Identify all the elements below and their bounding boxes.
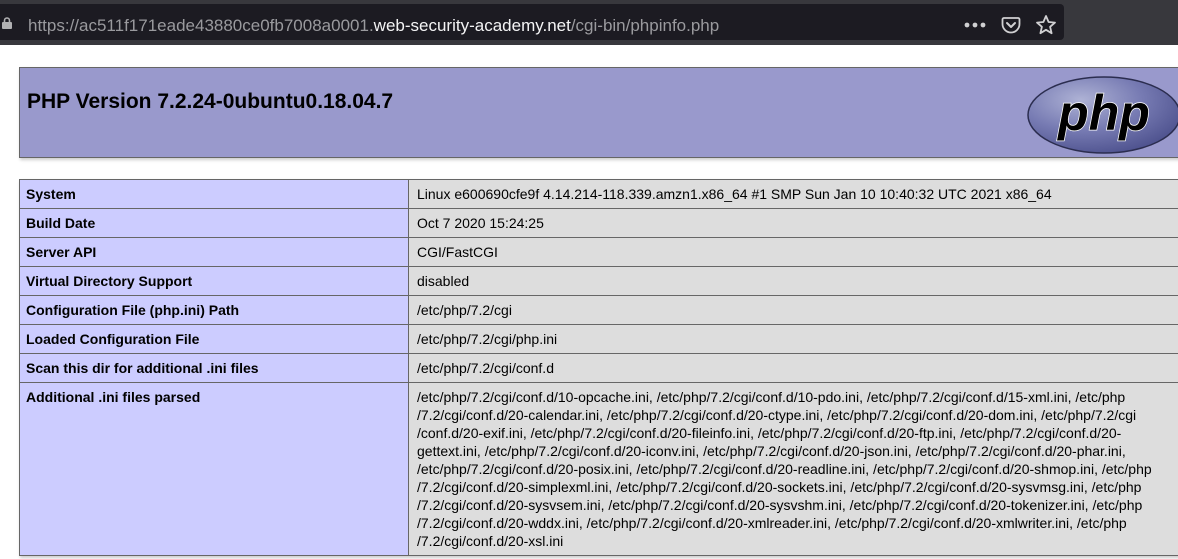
table-row: Scan this dir for additional .ini files /… [19, 353, 1178, 383]
phpinfo-page: PHP Version 7.2.24-0ubuntu0.18.04.7 php … [19, 67, 1178, 556]
row-key: Scan this dir for additional .ini files [19, 353, 409, 383]
row-value-line: /7.2/cgi/conf.d/20-simplexml.ini, /etc/p… [417, 479, 1142, 495]
row-value: disabled [408, 266, 1178, 296]
row-key: Build Date [19, 208, 409, 238]
row-value: /etc/php/7.2/cgi [408, 295, 1178, 325]
table-row: Server API CGI/FastCGI [19, 237, 1178, 267]
row-value-line: /7.2/cgi/conf.d/20-xsl.ini [417, 533, 564, 549]
php-logo-text: php [1056, 85, 1150, 141]
row-key: System [19, 179, 409, 209]
row-value-line: /conf.d/20-exif.ini, /etc/php/7.2/cgi/co… [417, 425, 1122, 441]
address-bar[interactable]: https://ac511f171eade43880ce0fb7008a0001… [0, 4, 1064, 40]
row-value: Linux e600690cfe9f 4.14.214-118.339.amzn… [408, 179, 1178, 209]
row-key: Configuration File (php.ini) Path [19, 295, 409, 325]
row-value-line: /7.2/cgi/conf.d/20-sysvsem.ini, /etc/php… [417, 497, 1143, 513]
row-value-line: /etc/php/7.2/cgi/conf.d/20-posix.ini, /e… [417, 461, 1152, 477]
pocket-icon[interactable] [999, 13, 1023, 37]
page-title: PHP Version 7.2.24-0ubuntu0.18.04.7 [27, 90, 394, 113]
row-key: Loaded Configuration File [19, 324, 409, 354]
lock-icon[interactable] [2, 16, 12, 29]
row-value: CGI/FastCGI [408, 237, 1178, 267]
version-header: PHP Version 7.2.24-0ubuntu0.18.04.7 php [19, 67, 1178, 158]
url-host: web-security-academy.net [373, 16, 571, 35]
table-row: Build Date Oct 7 2020 15:24:25 [19, 208, 1178, 238]
row-value-line: /7.2/cgi/conf.d/20-wddx.ini, /etc/php/7.… [417, 515, 1127, 531]
row-value-line: /7.2/cgi/conf.d/20-calendar.ini, /etc/ph… [417, 407, 1137, 423]
row-value: /etc/php/7.2/cgi/conf.d [408, 353, 1178, 383]
url-path: /cgi-bin/phpinfo.php [570, 16, 720, 35]
php-logo[interactable]: php [1027, 76, 1178, 154]
row-key: Additional .ini files parsed [19, 382, 409, 556]
table-row: Configuration File (php.ini) Path/etc/ph… [19, 295, 1178, 325]
bookmark-star-icon[interactable] [1034, 13, 1058, 37]
url-prefix: https://ac511f171eade43880ce0fb7008a0001… [28, 16, 374, 35]
row-value-line: /etc/php/7.2/cgi/conf.d/10-opcache.ini, … [417, 389, 1126, 405]
row-value-line: gettext.ini, /etc/php/7.2/cgi/conf.d/20-… [417, 443, 1126, 459]
table-row: System Linux e600690cfe9f 4.14.214-118.33… [19, 179, 1178, 209]
row-key: Server API [19, 237, 409, 267]
url-text[interactable]: https://ac511f171eade43880ce0fb7008a0001… [28, 16, 719, 36]
table-row: Virtual Directory Support disabled [19, 266, 1178, 296]
row-value: Oct 7 2020 15:24:25 [408, 208, 1178, 238]
table-row: Loaded Configuration File/etc/php/7.2/cg… [19, 324, 1178, 354]
row-key: Virtual Directory Support [19, 266, 409, 296]
row-value: /etc/php/7.2/cgi/conf.d/10-opcache.ini, … [408, 382, 1178, 556]
table-row: Additional .ini files parsed/etc/php/7.2… [19, 382, 1178, 556]
info-table: System Linux e600690cfe9f 4.14.214-118.33… [19, 179, 1178, 556]
browser-toolbar: https://ac511f171eade43880ce0fb7008a0001… [0, 0, 1178, 45]
row-value: /etc/php/7.2/cgi/php.ini [408, 324, 1178, 354]
more-icon[interactable] [963, 13, 987, 37]
